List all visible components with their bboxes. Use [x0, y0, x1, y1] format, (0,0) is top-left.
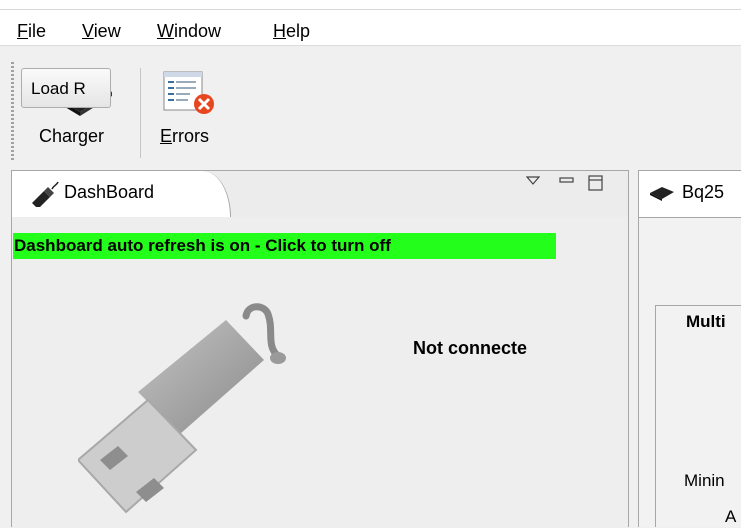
auto-refresh-toggle[interactable]: Dashboard auto refresh is on - Click to … — [13, 233, 556, 259]
errors-button[interactable]: Errors — [150, 62, 230, 158]
view-menu-icon[interactable] — [526, 176, 540, 186]
group-box — [655, 305, 741, 527]
chip-icon — [650, 187, 674, 201]
field-label-a: A — [725, 507, 737, 526]
window-top-edge — [0, 0, 741, 10]
load-button[interactable]: Load R — [21, 68, 111, 108]
menu-view[interactable]: View — [82, 21, 121, 41]
field-label-min: Minin — [684, 471, 725, 490]
menu-help[interactable]: Help — [273, 21, 310, 41]
menu-bar: File View Window Help — [0, 0, 741, 46]
menu-file[interactable]: File — [17, 21, 46, 41]
menu-window[interactable]: Window — [157, 21, 221, 41]
group-title: Multi — [684, 312, 728, 332]
tab-dashboard[interactable]: DashBoard — [12, 171, 231, 217]
usb-plug-icon — [32, 181, 59, 207]
toolbar-grip[interactable] — [11, 62, 14, 162]
usb-disconnected-icon — [78, 303, 286, 514]
minimize-icon[interactable] — [559, 176, 575, 186]
tab-device[interactable]: Bq25 — [639, 171, 741, 218]
toolbar-separator — [140, 68, 141, 158]
errors-icon — [163, 71, 214, 114]
maximize-icon[interactable] — [588, 175, 604, 191]
connection-status: Not connecte — [413, 338, 528, 358]
